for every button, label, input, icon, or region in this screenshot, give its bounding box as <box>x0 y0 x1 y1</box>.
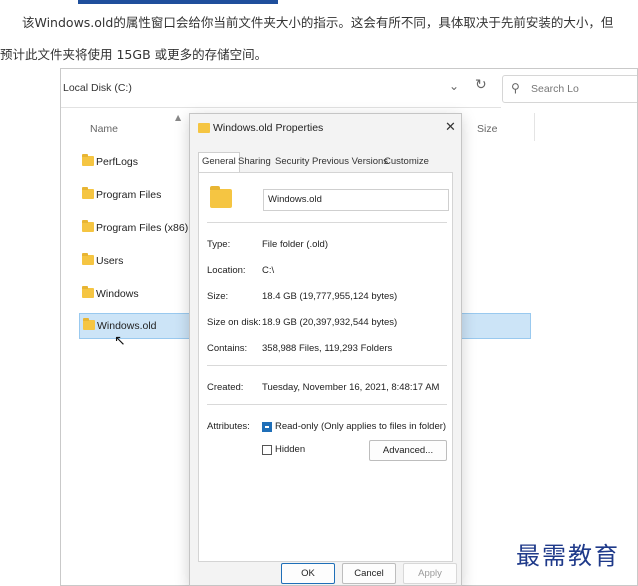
folder-icon <box>82 286 94 298</box>
folder-name: PerfLogs <box>96 156 139 168</box>
tab-security[interactable]: Security <box>275 156 309 167</box>
size-label: Size: <box>207 291 229 302</box>
folder-icon <box>82 154 94 166</box>
hidden-checkbox[interactable] <box>262 445 272 455</box>
folder-name: Windows <box>96 288 139 300</box>
advanced-button[interactable]: Advanced... <box>369 440 447 461</box>
folder-icon <box>198 123 210 133</box>
header-banner-strip <box>78 0 278 4</box>
dialog-title: Windows.old Properties <box>213 122 324 134</box>
folder-name: Windows.old <box>97 320 157 332</box>
article-text-line-2: 预计此文件夹将使用 15GB 或更多的存储空间。 <box>0 47 268 62</box>
tab-sharing[interactable]: Sharing <box>238 156 271 167</box>
readonly-label: Read-only (Only applies to files in fold… <box>275 421 447 432</box>
folder-name: Program Files <box>96 189 162 201</box>
apply-button[interactable]: Apply <box>403 563 457 584</box>
search-box[interactable]: ⚲ Search Lo <box>502 75 637 103</box>
contains-label: Contains: <box>207 343 248 354</box>
type-value: File folder (.old) <box>262 239 328 250</box>
location-value: C:\ <box>262 265 275 276</box>
search-placeholder: Search Lo <box>531 83 579 95</box>
address-bar[interactable]: Local Disk (C:) ⌄ ↻ <box>61 69 501 108</box>
watermark-logo: 最需教育 <box>516 542 620 570</box>
location-label: Location: <box>207 265 246 276</box>
tab-customize[interactable]: Customize <box>384 156 429 167</box>
column-header-size[interactable]: Size <box>477 123 497 135</box>
divider <box>207 404 447 405</box>
folder-icon <box>210 186 232 208</box>
size-on-disk-label: Size on disk: <box>207 317 261 328</box>
size-on-disk-value: 18.9 GB (20,397,932,544 bytes) <box>262 317 398 328</box>
readonly-checkbox[interactable] <box>262 422 272 432</box>
divider <box>207 365 447 366</box>
ok-button[interactable]: OK <box>281 563 335 584</box>
cancel-button[interactable]: Cancel <box>342 563 396 584</box>
type-label: Type: <box>207 239 231 250</box>
tab-previous-versions[interactable]: Previous Versions <box>312 156 388 167</box>
attributes-label: Attributes: <box>207 421 250 432</box>
address-text: Local Disk (C:) <box>63 82 132 94</box>
chevron-down-icon[interactable]: ⌄ <box>449 79 459 93</box>
hidden-label: Hidden <box>275 444 306 455</box>
folder-icon <box>82 220 94 232</box>
column-header-name[interactable]: Name <box>90 123 118 135</box>
contains-value: 358,988 Files, 119,293 Folders <box>262 343 393 354</box>
tab-general[interactable]: General <box>198 152 240 174</box>
size-value: 18.4 GB (19,777,955,124 bytes) <box>262 291 398 302</box>
sort-arrow-icon: ▲ <box>175 113 182 122</box>
refresh-icon[interactable]: ↻ <box>475 77 487 93</box>
search-icon: ⚲ <box>511 81 520 95</box>
folder-name: Users <box>96 255 124 267</box>
created-label: Created: <box>207 382 244 393</box>
mouse-pointer-icon: ↖ <box>114 333 126 349</box>
folder-name: Program Files (x86) <box>96 222 189 234</box>
created-value: Tuesday, November 16, 2021, 8:48:17 AM <box>262 382 440 393</box>
column-divider[interactable] <box>534 113 535 141</box>
folder-icon <box>83 318 95 330</box>
divider <box>207 222 447 223</box>
folder-icon <box>82 187 94 199</box>
properties-dialog: Windows.old Properties ✕ General Sharing… <box>189 113 462 586</box>
close-icon[interactable]: ✕ <box>445 119 456 135</box>
folder-name-value: Windows.old <box>268 194 322 205</box>
folder-name-field[interactable]: Windows.old <box>263 189 449 211</box>
article-text-line-1: 该Windows.old的属性窗口会给你当前文件夹大小的指示。这会有所不同，具体… <box>22 15 614 30</box>
general-tab-panel: Windows.old Type: File folder (.old) Loc… <box>198 172 453 562</box>
folder-icon <box>82 253 94 265</box>
